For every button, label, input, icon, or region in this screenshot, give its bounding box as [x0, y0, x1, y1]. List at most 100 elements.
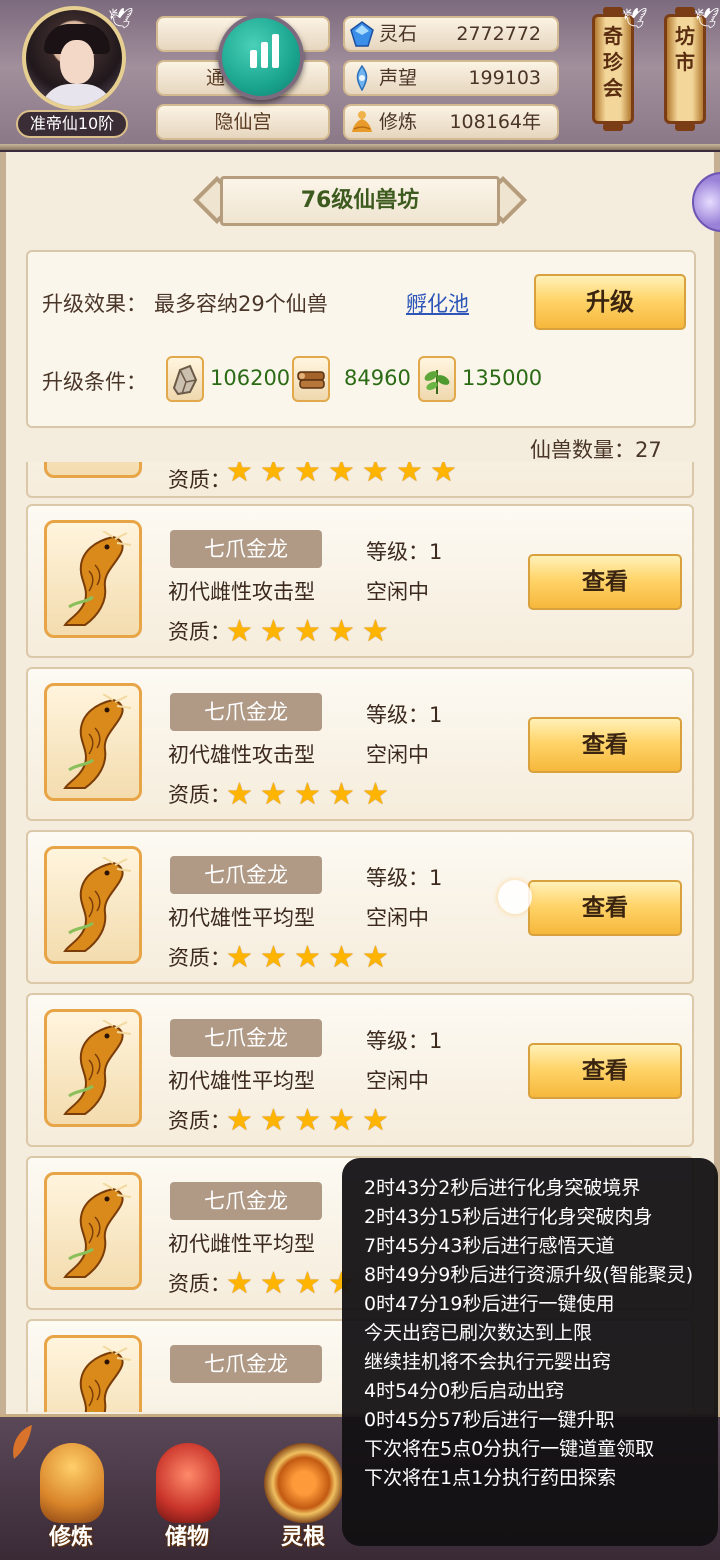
upgrade-condition-label: 升级条件： — [42, 370, 147, 394]
spirit-root-icon — [264, 1443, 344, 1523]
beast-card-partial: 资质： ★ ★ ★ ★ ★ ★ ★ — [26, 462, 694, 498]
view-beast-button[interactable]: 查看 — [528, 554, 682, 610]
wood-material-icon[interactable] — [292, 356, 330, 402]
nav-storage[interactable]: 储物 — [142, 1437, 232, 1557]
beast-portrait — [44, 462, 142, 478]
upgrade-effect-label: 升级效果： — [42, 292, 147, 316]
panel-title: 76级仙兽坊 — [220, 176, 500, 226]
beast-name: 七爪金龙 — [170, 1182, 322, 1220]
player-rank: 准帝仙10阶 — [16, 110, 128, 138]
upgrade-button[interactable]: 升级 — [534, 274, 686, 330]
golden-dragon-icon — [79, 1346, 132, 1412]
resource-value: 2772772 — [456, 23, 541, 45]
beast-level: 等级：1 — [366, 1029, 443, 1053]
avatar-robe — [40, 84, 114, 106]
upgrade-info-box: 升级效果： 最多容纳29个仙兽 孵化池 升级 升级条件： 106200 8496… — [26, 250, 696, 428]
beast-name: 七爪金龙 — [170, 530, 322, 568]
star-icon: ★ — [362, 614, 389, 649]
beast-name: 七爪金龙 — [170, 1019, 322, 1057]
prestige-icon — [356, 65, 368, 91]
star-icon: ★ — [362, 777, 389, 812]
star-icon: ★ — [294, 940, 321, 975]
beast-portrait[interactable] — [44, 1009, 142, 1127]
star-icon: ★ — [362, 1103, 389, 1138]
stats-bar-icon — [272, 34, 279, 68]
nav-label: 储物 — [164, 1525, 209, 1550]
golden-dragon-icon — [63, 1020, 132, 1115]
game-screen: 准帝仙10阶 🕊 通 隐仙宫 灵石 2772772 声望 199103 修炼 1… — [0, 0, 720, 1560]
beast-type: 初代雄性攻击型 — [168, 743, 315, 767]
beast-status: 空闲中 — [366, 1069, 429, 1093]
star-icon: ★ — [430, 462, 457, 489]
bird-ornament-icon: 🕊 — [622, 6, 648, 30]
beast-quality-stars: ★★★★ — [226, 1268, 360, 1300]
star-icon: ★ — [294, 462, 321, 489]
log-line: 下次将在1点1分执行药田探索 — [364, 1467, 617, 1489]
sect-pill[interactable]: 隐仙宫 — [156, 104, 330, 140]
star-icon: ★ — [260, 462, 287, 489]
beast-card: 七爪金龙 等级：1 初代雄性平均型 空闲中 资质： ★ ★ ★ ★ ★ 查看 — [26, 830, 694, 984]
beast-name: 七爪金龙 — [170, 693, 322, 731]
star-icon: ★ — [226, 1266, 253, 1301]
star-icon: ★ — [226, 777, 253, 812]
beast-quality-stars: ★ ★ ★ ★ ★ — [226, 616, 394, 648]
lantern-market-button[interactable]: 坊市 — [664, 7, 706, 131]
view-beast-button[interactable]: 查看 — [528, 1043, 682, 1099]
beast-card: 七爪金龙 等级：1 初代雄性攻击型 空闲中 资质： ★ ★ ★ ★ ★ 查看 — [26, 667, 694, 821]
beast-quality-label: 资质： — [168, 1272, 231, 1296]
golden-dragon-icon — [63, 694, 132, 789]
ore-material-value: 106200 — [210, 366, 291, 390]
log-line: 7时45分43秒后进行感悟天道 — [364, 1235, 615, 1257]
golden-dragon-icon — [63, 1183, 132, 1278]
stats-bar-icon — [250, 50, 257, 68]
view-beast-button[interactable]: 查看 — [528, 880, 682, 936]
storage-bag-icon — [156, 1443, 220, 1523]
resource-label: 修炼 — [379, 111, 418, 133]
log-line: 4时54分0秒后启动出窍 — [364, 1380, 565, 1402]
stats-bar-icon — [261, 42, 268, 68]
nav-spirit-root[interactable]: 灵根 — [258, 1437, 348, 1557]
golden-dragon-icon — [63, 531, 132, 626]
beast-portrait[interactable] — [44, 1335, 142, 1412]
hatch-pool-link[interactable]: 孵化池 — [406, 288, 469, 318]
touch-indicator — [498, 880, 532, 914]
beast-type: 初代雄性平均型 — [168, 1069, 315, 1093]
star-icon: ★ — [328, 462, 355, 489]
beast-quality-stars: ★ ★ ★ ★ ★ — [226, 942, 394, 974]
beast-name: 七爪金龙 — [170, 1345, 322, 1383]
beast-level: 等级：1 — [366, 540, 443, 564]
ore-material-icon[interactable] — [166, 356, 204, 402]
lantern-treasure-fair-button[interactable]: 奇珍会 — [592, 7, 634, 131]
beast-type: 初代雌性攻击型 — [168, 580, 315, 604]
star-icon: ★ — [260, 1266, 287, 1301]
beast-portrait[interactable] — [44, 1172, 142, 1290]
beast-card: 七爪金龙 等级：1 初代雌性攻击型 空闲中 资质： ★ ★ ★ ★ ★ 查看 — [26, 504, 694, 658]
beast-type: 初代雌性平均型 — [168, 1232, 315, 1256]
beast-count: 仙兽数量：27 — [530, 438, 662, 462]
automation-log-overlay: 2时43分2秒后进行化身突破境界 2时43分15秒后进行化身突破肉身 7时45分43… — [342, 1158, 718, 1546]
beast-quality-stars: ★ ★ ★ ★ ★ — [226, 779, 394, 811]
resource-cultivation: 修炼 108164年 — [343, 104, 559, 140]
log-line: 下次将在5点0分执行一键道童领取 — [364, 1438, 655, 1460]
stats-button[interactable] — [218, 14, 304, 100]
beast-portrait[interactable] — [44, 683, 142, 801]
beast-quality-label: 资质： — [168, 1109, 231, 1133]
star-icon: ★ — [328, 940, 355, 975]
beast-portrait[interactable] — [44, 520, 142, 638]
view-beast-button[interactable]: 查看 — [528, 717, 682, 773]
nav-cultivate[interactable]: 修炼 — [26, 1437, 116, 1557]
herb-material-icon[interactable] — [418, 356, 456, 402]
log-line: 0时45分57秒后进行一键升职 — [364, 1409, 615, 1431]
log-line: 今天出窍已刷次数达到上限 — [364, 1322, 593, 1344]
star-icon: ★ — [328, 1103, 355, 1138]
bird-ornament-icon: 🕊 — [694, 6, 720, 30]
spirit-stone-icon — [350, 21, 374, 47]
log-line: 0时47分19秒后进行一键使用 — [364, 1293, 615, 1315]
star-icon: ★ — [294, 777, 321, 812]
resource-value: 199103 — [468, 67, 541, 89]
log-line: 2时43分15秒后进行化身突破肉身 — [364, 1206, 653, 1228]
star-icon: ★ — [362, 940, 389, 975]
nav-label: 修炼 — [48, 1525, 93, 1550]
beast-status: 空闲中 — [366, 743, 429, 767]
beast-portrait[interactable] — [44, 846, 142, 964]
